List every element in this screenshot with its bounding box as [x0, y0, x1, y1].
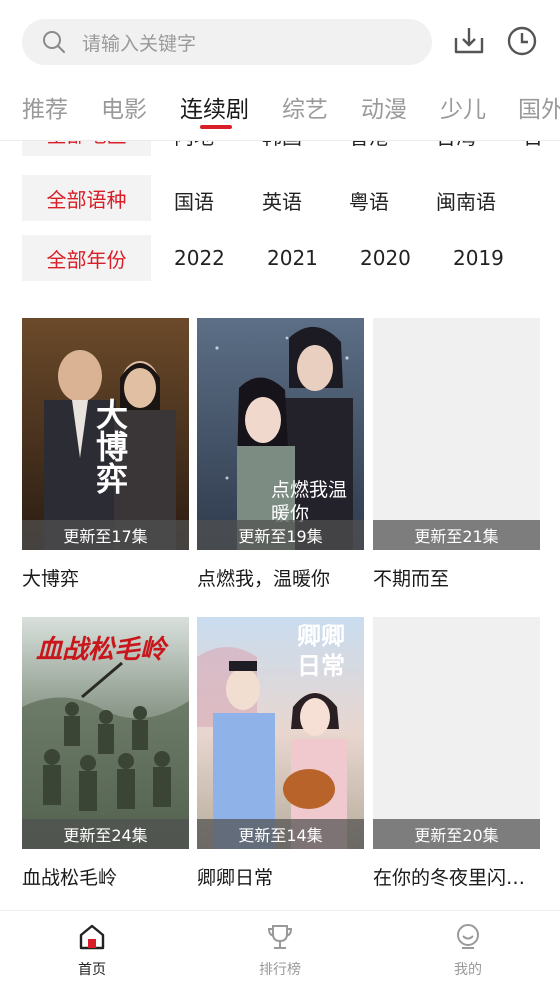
year-filter-row: 全部年份 2022 2021 2020 2019 — [0, 235, 560, 281]
episode-badge: 更新至20集 — [373, 819, 540, 849]
nav-profile[interactable]: 我的 — [428, 919, 508, 979]
filter-option[interactable]: 2021 — [267, 246, 318, 270]
card-title: 血战松毛岭 — [22, 867, 118, 889]
poster-image: 卿卿日常 更新至14集 — [197, 617, 364, 849]
show-card[interactable]: 血战松毛岭 更新至24集 血战松毛岭 — [22, 617, 189, 890]
history-clock-icon[interactable] — [503, 22, 541, 60]
nav-label: 排行榜 — [259, 962, 301, 978]
poster-title-art: 血战松毛岭 — [36, 635, 167, 665]
card-title: 点燃我，温暖你 — [197, 568, 331, 590]
tab-recommend[interactable]: 推荐 — [22, 90, 68, 124]
poster-image: 大博弈 更新至17集 — [22, 318, 189, 550]
filter-option[interactable]: 闽南语 — [436, 186, 496, 215]
episode-badge: 更新至21集 — [373, 520, 540, 550]
show-card[interactable]: 更新至21集 不期而至 — [373, 318, 540, 591]
poster-title-art: 卿卿日常 — [297, 621, 345, 680]
home-icon — [52, 919, 132, 955]
poster-title-art: 大博弈 — [91, 398, 129, 494]
poster-image-placeholder: 更新至21集 — [373, 318, 540, 550]
poster-title-art: 点燃我温暖你 — [271, 479, 348, 525]
card-title: 不期而至 — [373, 568, 450, 590]
search-bar[interactable]: 请输入关键字 — [22, 19, 432, 65]
episode-badge: 更新至14集 — [197, 819, 364, 849]
tab-anime[interactable]: 动漫 — [361, 90, 407, 124]
poster-image-placeholder: 更新至20集 — [373, 617, 540, 849]
filter-chip-language[interactable]: 全部语种 — [22, 175, 151, 221]
filter-option[interactable]: 台湾 — [436, 141, 476, 150]
filter-chip-region[interactable]: 全部地区 — [22, 141, 151, 156]
filter-option[interactable]: 香港 — [349, 141, 389, 150]
card-title: 大博弈 — [22, 568, 80, 590]
category-tabs: 推荐 电影 连续剧 综艺 动漫 少儿 国外 — [0, 84, 560, 134]
language-filter-row: 全部语种 国语 英语 粤语 闽南语 — [0, 175, 560, 221]
filter-option[interactable]: 英语 — [262, 186, 302, 215]
profile-icon — [428, 919, 508, 955]
nav-home[interactable]: 首页 — [52, 919, 132, 979]
tab-movie[interactable]: 电影 — [101, 90, 147, 124]
show-card[interactable]: 更新至20集 在你的冬夜里闪… — [373, 617, 540, 890]
active-tab-indicator — [200, 125, 232, 129]
show-card[interactable]: 大博弈 更新至17集 大博弈 — [22, 318, 189, 591]
tab-variety[interactable]: 综艺 — [282, 90, 328, 124]
filter-option[interactable]: 日 — [523, 141, 543, 150]
filter-option[interactable]: 2020 — [360, 246, 411, 270]
trophy-icon — [240, 919, 320, 955]
search-icon — [42, 29, 68, 55]
episode-badge: 更新至17集 — [22, 520, 189, 550]
tab-series[interactable]: 连续剧 — [180, 90, 249, 124]
filter-option[interactable]: 2019 — [453, 246, 504, 270]
filter-option[interactable]: 国语 — [174, 186, 214, 215]
filter-option[interactable]: 粤语 — [349, 186, 389, 215]
card-title: 卿卿日常 — [197, 867, 274, 889]
region-filter-row: 全部地区 内地 韩国 香港 台湾 日 — [0, 141, 560, 161]
nav-ranking[interactable]: 排行榜 — [240, 919, 320, 979]
episode-badge: 更新至19集 — [197, 520, 364, 550]
filter-chip-year[interactable]: 全部年份 — [22, 235, 151, 281]
show-card[interactable]: 点燃我温暖你 更新至19集 点燃我，温暖你 — [197, 318, 364, 591]
nav-label: 我的 — [454, 962, 482, 978]
tab-foreign[interactable]: 国外 — [518, 90, 560, 124]
filter-option[interactable]: 内地 — [174, 141, 214, 150]
tab-kids[interactable]: 少儿 — [440, 90, 486, 124]
download-icon[interactable] — [450, 22, 488, 60]
card-title: 在你的冬夜里闪… — [373, 867, 526, 889]
filter-option[interactable]: 2022 — [174, 246, 225, 270]
poster-image: 点燃我温暖你 更新至19集 — [197, 318, 364, 550]
search-placeholder: 请输入关键字 — [82, 32, 197, 55]
nav-label: 首页 — [78, 962, 106, 978]
filter-option[interactable]: 韩国 — [262, 141, 302, 150]
episode-badge: 更新至24集 — [22, 819, 189, 849]
show-card[interactable]: 卿卿日常 更新至14集 卿卿日常 — [197, 617, 364, 890]
bottom-nav: 首页 排行榜 我的 — [0, 910, 560, 982]
poster-image: 血战松毛岭 更新至24集 — [22, 617, 189, 849]
